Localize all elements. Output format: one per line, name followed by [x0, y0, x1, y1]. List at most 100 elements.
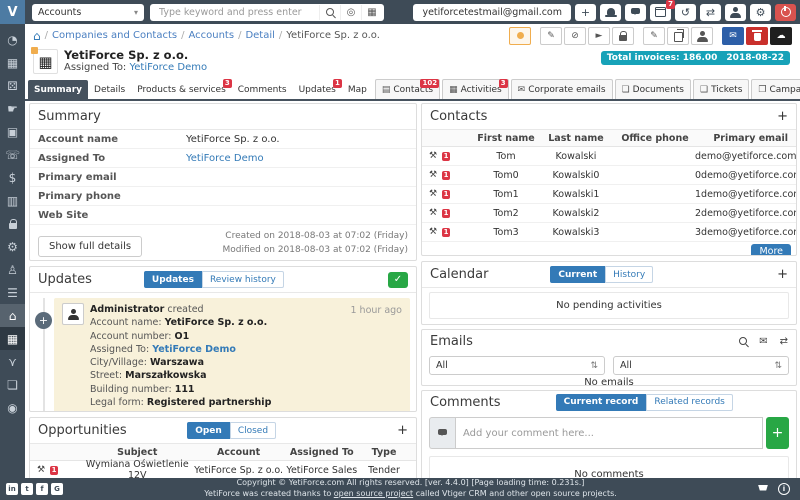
grid-icon[interactable]: ▦ [361, 5, 382, 20]
sidebar-item-tickets[interactable]: ❏ [0, 373, 25, 396]
advanced-search-icon[interactable]: ◎ [340, 5, 361, 20]
open-source-link[interactable]: open source project [334, 489, 413, 498]
tab-comments[interactable]: Comments [232, 80, 293, 99]
wrench-icon[interactable]: ⚒ [429, 189, 437, 199]
sidebar-item-products[interactable]: ⚄ [0, 74, 25, 97]
updates-filter-updates[interactable]: Updates [144, 271, 202, 288]
tab-updates[interactable]: Updates1 [293, 80, 342, 99]
add-activity-button[interactable]: + [777, 268, 788, 281]
wrench-icon[interactable]: ⚒ [429, 227, 437, 237]
refresh-icon[interactable]: ⇄ [780, 336, 788, 347]
user-email-button[interactable]: yetiforcetestmail@gmail.com [413, 4, 571, 21]
assigned-to-link[interactable]: YetiForce Demo [152, 344, 236, 355]
quick-edit-button[interactable]: ✎ [643, 27, 665, 45]
wrench-icon[interactable]: ⚒ [429, 170, 437, 180]
github-icon[interactable]: G [51, 483, 63, 495]
tab-details[interactable]: Details [88, 80, 131, 99]
archive-button[interactable]: ✉ [722, 27, 744, 45]
module-select[interactable]: Accounts ▾ [32, 4, 144, 21]
sidebar-item-sales[interactable]: ☛ [0, 97, 25, 120]
sidebar-item-accounts-active[interactable]: ▦ [0, 327, 25, 350]
settings-button[interactable]: ⚙ [750, 4, 771, 21]
duplicate-button[interactable] [667, 27, 689, 45]
sidebar-item-organization[interactable]: ▥ [0, 189, 25, 212]
sidebar-item-companies[interactable]: ▦ [0, 51, 25, 74]
updates-filter-review-history[interactable]: Review history [202, 271, 284, 288]
logout-button[interactable] [775, 4, 796, 21]
tab-products-services[interactable]: Products & services3 [131, 80, 232, 99]
sidebar-item-profile[interactable]: ◉ [0, 396, 25, 419]
tab-documents[interactable]: ❏Documents [615, 79, 691, 99]
owner-button[interactable] [691, 27, 713, 45]
calendar-filter-current[interactable]: Current [550, 266, 605, 283]
tab-contacts[interactable]: ▤Contacts102 [375, 79, 440, 99]
sidebar-item-user-settings[interactable]: ⚙ [0, 235, 25, 258]
search-input[interactable] [157, 6, 319, 19]
wrench-icon[interactable]: ⚒ [429, 151, 437, 161]
profile-button[interactable] [725, 4, 746, 21]
opportunities-filter-open[interactable]: Open [187, 422, 230, 439]
contact-email[interactable]: 1demo@yetiforce.com [695, 189, 797, 200]
send-email-button[interactable]: ► [588, 27, 610, 45]
tab-summary[interactable]: Summary [28, 80, 88, 99]
sidebar-item-permissions[interactable] [0, 212, 25, 235]
sidebar-item-user-alerts[interactable]: ♙ [0, 258, 25, 281]
opportunities-filter-closed[interactable]: Closed [230, 422, 276, 439]
breadcrumb-companies-link[interactable]: Companies and Contacts [52, 30, 177, 41]
tab-tickets[interactable]: ❑Tickets [693, 79, 749, 99]
cart-icon[interactable] [758, 485, 768, 491]
add-contact-button[interactable]: + [777, 110, 788, 123]
search-icon[interactable] [319, 5, 340, 20]
envelope-icon[interactable]: ✉ [759, 336, 767, 347]
wrench-icon[interactable]: ⚒ [37, 465, 45, 475]
switch-button[interactable]: ⇄ [700, 4, 721, 21]
edit-button[interactable]: ✎ [540, 27, 562, 45]
sidebar-item-helpdesk[interactable]: ☏ [0, 143, 25, 166]
sidebar-item-home[interactable]: ⌂ [0, 304, 25, 327]
email-filter-select-1[interactable]: All ⇅ [429, 356, 605, 375]
tab-corporate-emails[interactable]: ✉Corporate emails [511, 79, 613, 99]
contact-email[interactable]: 3demo@yetiforce.com [695, 227, 797, 238]
contact-email[interactable]: 2demo@yetiforce.com [695, 208, 797, 219]
history-button[interactable]: ↺ [675, 4, 696, 21]
sidebar-item-yetiforce[interactable]: ⋎ [0, 350, 25, 373]
timeline-add-button[interactable]: + [35, 312, 52, 329]
delete-button[interactable] [746, 27, 768, 45]
assigned-to-link[interactable]: YetiForce Demo [130, 62, 208, 73]
tab-activities[interactable]: ▦Activities3 [442, 79, 509, 99]
hide-button[interactable]: ⊘ [564, 27, 586, 45]
wrench-icon[interactable]: ⚒ [429, 208, 437, 218]
contact-email[interactable]: 0demo@yetiforce.com [695, 170, 797, 181]
add-comment-button[interactable]: + [766, 417, 789, 449]
sidebar-item-projects[interactable]: ▣ [0, 120, 25, 143]
calendar-filter-history[interactable]: History [605, 266, 653, 283]
twitter-icon[interactable]: t [21, 483, 33, 495]
info-icon[interactable] [778, 483, 790, 495]
lock-record-button[interactable] [612, 27, 634, 45]
notifications-button[interactable] [600, 4, 621, 21]
show-full-details-button[interactable]: Show full details [38, 236, 142, 257]
quick-create-button[interactable]: + [575, 4, 596, 21]
calendar-button[interactable]: 7 [650, 4, 671, 21]
sidebar-item-dashboard[interactable]: ◔ [0, 28, 25, 51]
comments-filter-current-record[interactable]: Current record [556, 394, 647, 411]
tab-map[interactable]: Map [342, 80, 373, 99]
watchdog-button[interactable] [509, 27, 531, 45]
yetiforce-logo[interactable]: V [0, 0, 25, 24]
assigned-to-link[interactable]: YetiForce Demo [186, 153, 264, 164]
sidebar-item-database[interactable]: ☰ [0, 281, 25, 304]
opportunity-subject[interactable]: Wymiana Oświetlenie 12V [83, 459, 192, 480]
contacts-more-button[interactable]: More [751, 244, 791, 256]
breadcrumb-accounts-link[interactable]: Accounts [188, 30, 234, 41]
add-opportunity-button[interactable]: + [397, 424, 408, 437]
contact-email[interactable]: demo@yetiforce.com [695, 151, 797, 162]
home-icon[interactable]: ⌂ [33, 29, 41, 43]
email-filter-select-2[interactable]: All ⇅ [613, 356, 789, 375]
export-button[interactable]: ☁ [770, 27, 792, 45]
search-icon[interactable] [739, 337, 747, 345]
updates-confirm-button[interactable]: ✓ [388, 272, 408, 288]
linkedin-icon[interactable]: in [6, 483, 18, 495]
facebook-icon[interactable]: f [36, 483, 48, 495]
comments-filter-related-records[interactable]: Related records [646, 394, 732, 411]
tab-campaigns[interactable]: ❒Campaigns [751, 79, 800, 99]
